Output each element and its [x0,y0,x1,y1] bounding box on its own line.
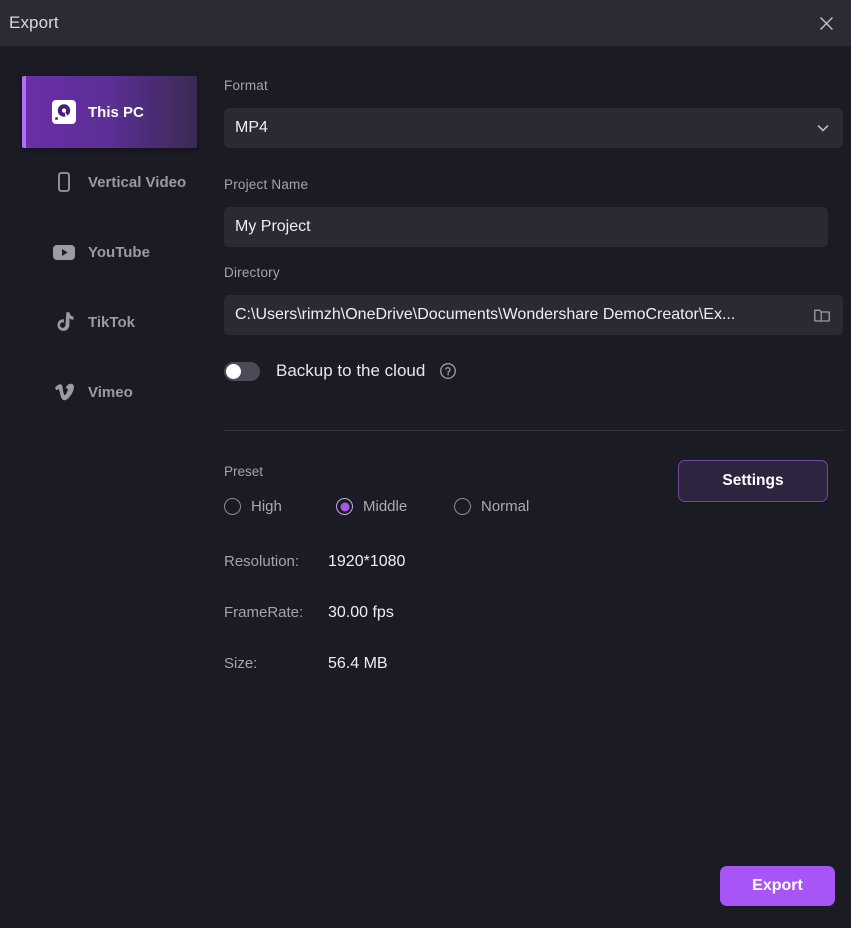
info-value: 56.4 MB [328,655,388,672]
tiktok-icon [44,309,84,335]
preset-option-label: Middle [363,498,408,515]
info-value: 30.00 fps [328,604,394,621]
window-title: Export [9,13,59,32]
youtube-icon [44,239,84,265]
info-row-framerate: FrameRate: 30.00 fps [224,604,394,622]
export-settings-panel: Format MP4 Project Name My Project Direc… [210,46,851,928]
radio-icon-selected [336,498,353,515]
vimeo-icon [44,379,84,405]
sidebar-item-label: This PC [88,103,144,121]
sidebar-item-label: Vimeo [88,383,133,401]
export-dialog: Export This PC Vertical Video YouTube Ti… [0,0,851,928]
directory-label: Directory [224,265,280,280]
hard-drive-icon [44,99,84,125]
radio-icon [454,498,471,515]
chevron-down-icon[interactable] [815,120,831,136]
sidebar-item-this-pc[interactable]: This PC [22,76,197,148]
settings-button-label: Settings [722,472,784,489]
sidebar-item-label: Vertical Video [88,173,187,191]
info-key: FrameRate: [224,604,304,621]
preset-option-middle[interactable]: Middle [336,498,454,515]
preset-radio-group: High Middle Normal [224,498,529,515]
project-name-value: My Project [235,218,311,235]
info-row-size: Size: 56.4 MB [224,655,388,673]
preset-option-label: Normal [481,498,530,515]
backup-to-cloud-toggle[interactable] [224,361,260,381]
close-icon [819,16,834,31]
preset-label: Preset [224,464,264,479]
preset-option-label: High [251,498,282,515]
radio-icon [224,498,241,515]
close-button[interactable] [809,6,843,40]
info-key: Size: [224,655,258,672]
sidebar-item-label: YouTube [88,243,150,261]
sidebar-item-tiktok[interactable]: TikTok [22,286,197,358]
toggle-knob [226,363,241,379]
section-divider [224,430,843,431]
folder-icon[interactable] [813,306,831,324]
destination-sidebar: This PC Vertical Video YouTube TikTok Vi… [0,46,210,928]
preset-option-high[interactable]: High [224,498,336,515]
export-button[interactable]: Export [720,866,835,906]
format-value: MP4 [235,119,268,136]
project-name-input[interactable]: My Project [224,207,828,247]
project-name-label: Project Name [224,177,309,192]
sidebar-item-label: TikTok [88,313,135,331]
backup-to-cloud-row: Backup to the cloud [224,361,457,381]
help-circle-icon[interactable] [439,362,457,380]
export-button-label: Export [752,877,803,894]
directory-value: C:\Users\rimzh\OneDrive\Documents\Wonder… [235,306,736,323]
backup-to-cloud-label: Backup to the cloud [276,361,426,380]
directory-input[interactable]: C:\Users\rimzh\OneDrive\Documents\Wonder… [224,295,843,335]
info-value: 1920*1080 [328,553,406,570]
format-label: Format [224,78,268,93]
title-bar: Export [0,0,851,46]
phone-icon [44,170,84,194]
sidebar-item-youtube[interactable]: YouTube [22,216,197,288]
info-row-resolution: Resolution: 1920*1080 [224,553,405,571]
sidebar-item-vertical-video[interactable]: Vertical Video [22,146,197,218]
format-select[interactable]: MP4 [224,108,843,148]
sidebar-item-vimeo[interactable]: Vimeo [22,356,197,428]
info-key: Resolution: [224,553,300,570]
settings-button[interactable]: Settings [678,460,828,502]
preset-option-normal[interactable]: Normal [454,498,529,515]
